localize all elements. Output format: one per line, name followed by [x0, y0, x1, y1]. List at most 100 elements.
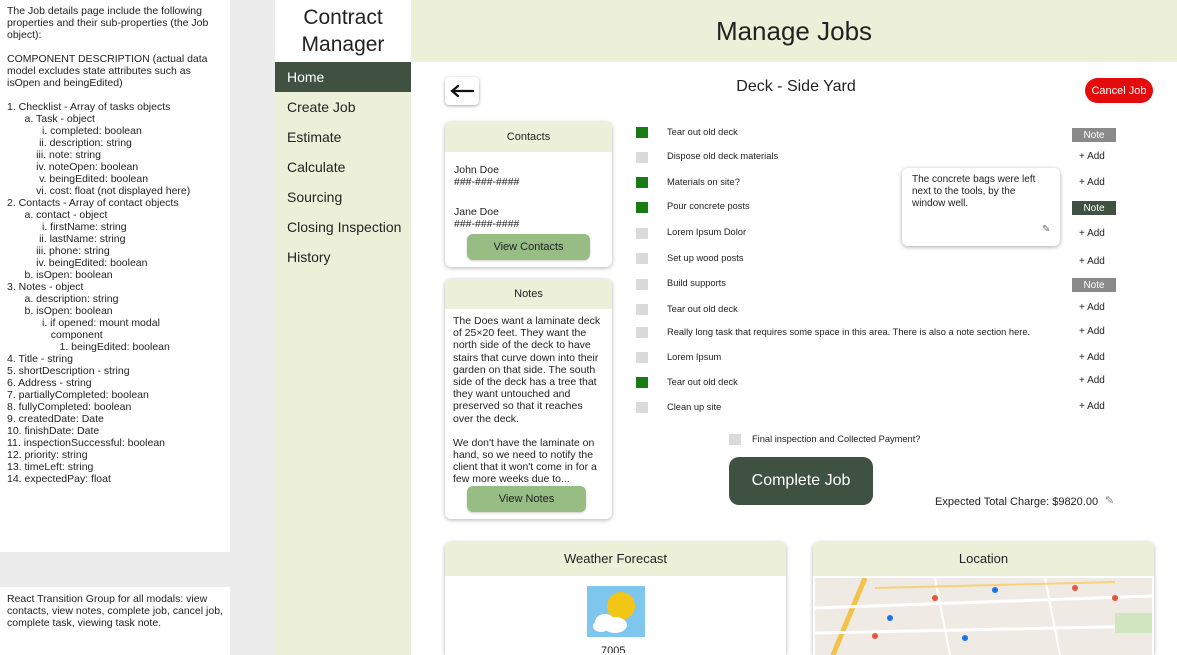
nav-item-sourcing[interactable]: Sourcing	[275, 182, 411, 212]
location-card: Location	[813, 542, 1154, 655]
task-checkbox[interactable]	[636, 279, 648, 290]
task-checkbox[interactable]	[636, 352, 648, 363]
page-title: Manage Jobs	[715, 15, 873, 46]
contact-entry: John Doe ###-###-####	[445, 164, 612, 188]
weather-temp-partial: 7005	[601, 645, 626, 653]
add-note-button[interactable]: + Add	[1079, 352, 1105, 363]
location-heading: Location	[813, 542, 1154, 576]
task-note-button[interactable]: Note	[1072, 128, 1116, 142]
spec-line: 9. createdDate: Date	[7, 413, 104, 425]
spec-line: 1. Checklist - Array of tasks objects	[7, 101, 171, 113]
final-inspection-label: Final inspection and Collected Payment?	[752, 434, 921, 444]
spec-line: a. Task - object	[7, 113, 95, 125]
spec-line: i. completed: boolean	[7, 125, 142, 137]
spec-line: iv. beingEdited: boolean	[7, 257, 148, 269]
spec-line: i. firstName: string	[7, 221, 127, 233]
spec-line: b. isOpen: boolean	[7, 305, 113, 317]
back-button[interactable]	[445, 77, 479, 105]
add-note-button[interactable]: + Add	[1079, 177, 1105, 188]
spec-line: 1. beingEdited: boolean	[7, 341, 170, 353]
spec-line: iv. noteOpen: boolean	[7, 161, 139, 173]
cancel-job-button[interactable]: Cancel Job	[1085, 78, 1153, 103]
task-label: Really long task that requires some spac…	[667, 327, 1031, 337]
spec-line: 7. partiallyCompleted: boolean	[7, 389, 149, 401]
app-window: Contract Manager Home Create Job Estimat…	[275, 0, 1177, 655]
spec-line: ii. lastName: string	[7, 233, 126, 245]
task-checkbox[interactable]	[636, 304, 648, 315]
contacts-heading: Contacts	[445, 122, 612, 152]
add-note-button[interactable]: + Add	[1079, 302, 1105, 313]
task-note-button[interactable]: Note	[1072, 278, 1116, 292]
edit-pencil-icon[interactable]: ✎	[1042, 224, 1050, 236]
view-notes-button[interactable]: View Notes	[467, 486, 586, 512]
task-label: Pour concrete posts	[667, 201, 750, 211]
page-header: Manage Jobs	[411, 0, 1177, 62]
task-note-button[interactable]: Note	[1072, 201, 1116, 215]
task-label: Lorem Ipsum	[667, 352, 722, 362]
spec-line: v. beingEdited: boolean	[7, 173, 149, 185]
add-note-button[interactable]: + Add	[1079, 375, 1105, 386]
view-contacts-button[interactable]: View Contacts	[467, 234, 590, 260]
sidebar: Contract Manager Home Create Job Estimat…	[275, 0, 411, 655]
nav-item-calculate[interactable]: Calculate	[275, 152, 411, 182]
task-label: Tear out old deck	[667, 377, 738, 387]
add-note-button[interactable]: + Add	[1079, 151, 1105, 162]
task-checkbox[interactable]	[636, 253, 648, 264]
task-checkbox[interactable]	[636, 377, 648, 388]
spec-line: 10. finishDate: Date	[7, 425, 100, 437]
add-note-button[interactable]: + Add	[1079, 228, 1105, 239]
contact-phone: ###-###-####	[454, 218, 520, 230]
contact-name: John Doe	[454, 164, 499, 176]
notes-text: The Does want a laminate deck of 25×20 f…	[445, 309, 612, 486]
spec-line: 4. Title - string	[7, 353, 73, 365]
notes-paragraph: The Does want a laminate deck of 25×20 f…	[453, 315, 601, 425]
expected-charge: Expected Total Charge: $9820.00	[935, 496, 1099, 508]
task-checkbox[interactable]	[636, 327, 648, 338]
task-checkbox[interactable]	[636, 202, 648, 213]
task-label: Set up wood posts	[667, 253, 744, 263]
nav-item-estimate[interactable]: Estimate	[275, 122, 411, 152]
spec-line: component	[7, 329, 103, 341]
add-note-button[interactable]: + Add	[1079, 401, 1105, 412]
task-checkbox[interactable]	[636, 177, 648, 188]
brand-logo: Contract Manager	[275, 0, 411, 62]
task-checkbox[interactable]	[636, 228, 648, 239]
spec-line: 11. inspectionSuccessful: boolean	[7, 437, 165, 449]
final-inspection-checkbox[interactable]	[729, 434, 741, 445]
task-checkbox[interactable]	[636, 402, 648, 413]
spec-list: 1. Checklist - Array of tasks objects a.…	[7, 101, 223, 485]
spec-line: 8. fullyCompleted: boolean	[7, 401, 132, 413]
edit-charge-pencil-icon[interactable]: ✎	[1105, 494, 1114, 507]
contacts-card: Contacts John Doe ###-###-#### Jane Doe …	[445, 122, 612, 267]
spec-line: a. description: string	[7, 293, 119, 305]
spec-line: ii. description: string	[7, 137, 132, 149]
spec-line: a. contact - object	[7, 209, 108, 221]
task-label: Materials on site?	[667, 177, 740, 187]
add-note-button[interactable]: + Add	[1079, 326, 1105, 337]
nav-item-home[interactable]: Home	[275, 62, 411, 92]
spec-line: iii. note: string	[7, 149, 101, 161]
task-checkbox[interactable]	[636, 152, 648, 163]
nav-item-create-job[interactable]: Create Job	[275, 92, 411, 122]
partly-cloudy-icon	[587, 586, 645, 637]
transition-note-panel: React Transition Group for all modals: v…	[0, 587, 230, 655]
task-note-text: The concrete bags were left next to the …	[912, 174, 1036, 209]
location-map[interactable]	[815, 578, 1152, 655]
spec-intro: The Job details page include the followi…	[7, 5, 209, 41]
nav-item-history[interactable]: History	[275, 242, 411, 272]
task-label: Clean up site	[667, 402, 722, 412]
arrow-left-icon	[450, 85, 474, 97]
spec-line: b. isOpen: boolean	[7, 269, 113, 281]
spec-line: 2. Contacts - Array of contact objects	[7, 197, 179, 209]
task-label: Build supports	[667, 278, 726, 288]
spec-component-description: COMPONENT DESCRIPTION (actual data model…	[7, 53, 208, 89]
notes-paragraph: We don't have the laminate on hand, so w…	[453, 436, 597, 486]
notes-card: Notes The Does want a laminate deck of 2…	[445, 279, 612, 519]
task-label: Tear out old deck	[667, 127, 738, 137]
complete-job-button[interactable]: Complete Job	[729, 457, 873, 505]
task-checkbox[interactable]	[636, 127, 648, 138]
nav-item-closing-inspection[interactable]: Closing Inspection	[275, 212, 411, 242]
add-note-button[interactable]: + Add	[1079, 256, 1105, 267]
spec-line: 5. shortDescription - string	[7, 365, 130, 377]
contact-phone: ###-###-####	[454, 176, 520, 188]
